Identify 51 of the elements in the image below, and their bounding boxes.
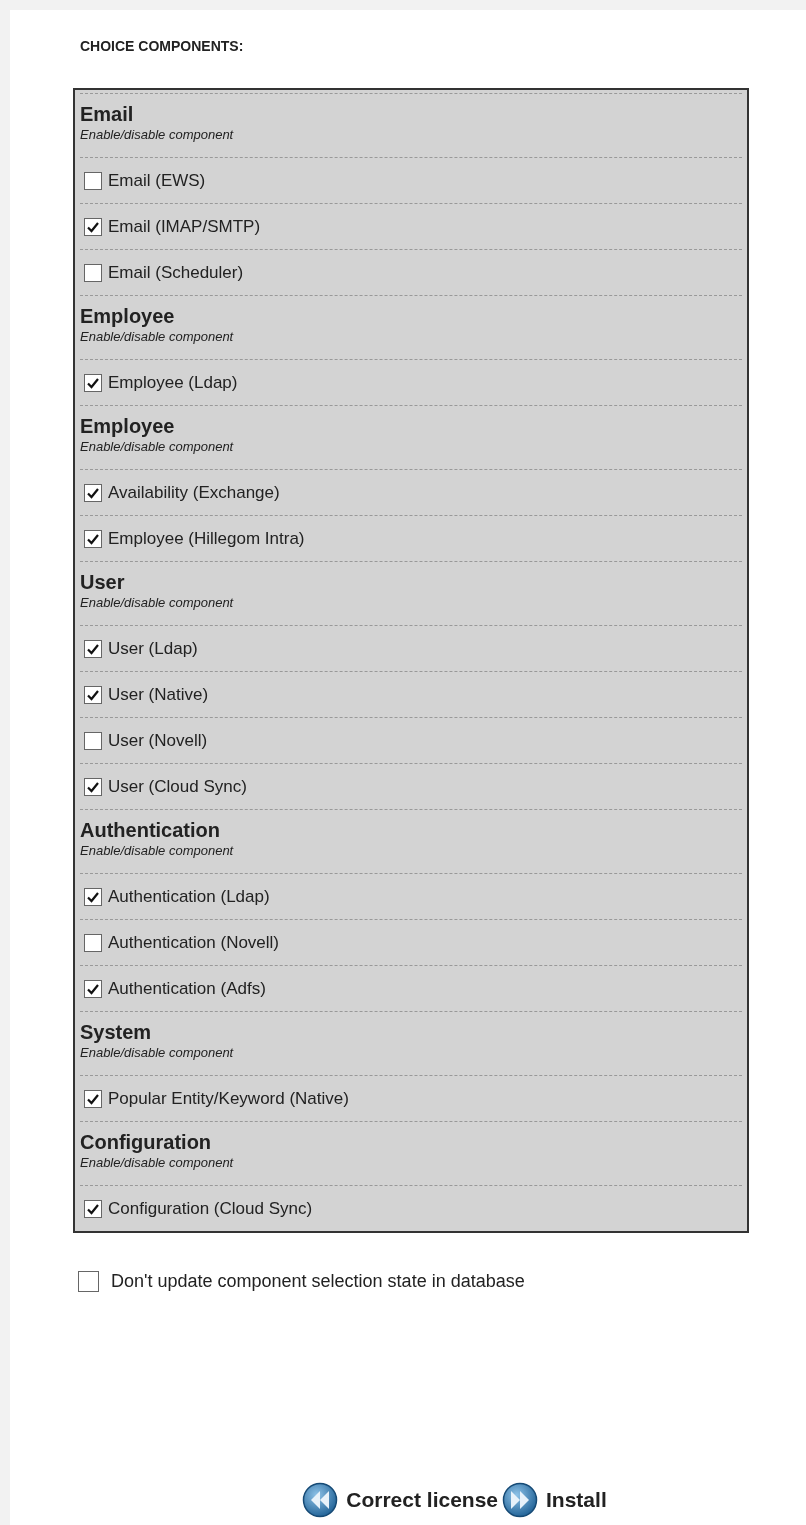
checkbox[interactable] (84, 979, 102, 998)
group-title: Employee (80, 414, 176, 438)
checkbox-label: Configuration (Cloud Sync) (108, 1198, 313, 1219)
checkbox-label: Availability (Exchange) (108, 482, 280, 503)
checkbox[interactable] (84, 933, 102, 952)
checkbox-label: Authentication (Ldap) (108, 886, 270, 907)
checkbox[interactable] (84, 887, 102, 906)
checkbox-label: User (Cloud Sync) (108, 776, 247, 797)
group-title: System (80, 1020, 153, 1044)
fast-forward-icon (502, 1482, 539, 1518)
group-title: Authentication (80, 818, 221, 842)
checkbox[interactable] (84, 483, 102, 502)
checkbox[interactable] (84, 263, 102, 282)
checkbox-label: Employee (Ldap) (108, 372, 238, 393)
checkbox[interactable] (84, 1199, 102, 1218)
checkbox-label: Employee (Hillegom Intra) (108, 528, 305, 549)
group-title: Email (80, 102, 135, 126)
group-subtitle: Enable/disable component (80, 1154, 235, 1172)
checkbox[interactable] (84, 639, 102, 658)
section-heading: CHOICE COMPONENTS: (80, 38, 245, 56)
checkbox[interactable] (84, 685, 102, 704)
checkbox[interactable] (84, 217, 102, 236)
group-title: Employee (80, 304, 176, 328)
checkbox-label: Authentication (Adfs) (108, 978, 266, 999)
checkbox[interactable] (84, 1089, 102, 1108)
checkbox-label: Authentication (Novell) (108, 932, 280, 953)
group-subtitle: Enable/disable component (80, 328, 235, 346)
group-subtitle: Enable/disable component (80, 842, 235, 860)
group-subtitle: Enable/disable component (80, 126, 235, 144)
back-button[interactable]: Correct license (302, 1482, 499, 1518)
checkbox-label: Don't update component selection state in database (111, 1271, 525, 1292)
checkbox-label: User (Novell) (108, 730, 208, 751)
checkbox-label: Popular Entity/Keyword (Native) (108, 1088, 349, 1109)
checkbox[interactable] (84, 731, 102, 750)
checkbox[interactable] (84, 777, 102, 796)
group-title: User (80, 570, 126, 594)
checkbox[interactable] (84, 529, 102, 548)
checkbox-label: Email (IMAP/SMTP) (108, 216, 261, 237)
group-subtitle: Enable/disable component (80, 438, 235, 456)
checkbox[interactable] (78, 1271, 99, 1292)
forward-button[interactable]: Install (502, 1482, 607, 1518)
checkbox-label: Email (Scheduler) (108, 262, 244, 283)
checkbox-label: Email (EWS) (108, 170, 206, 191)
checkbox-label: User (Ldap) (108, 638, 198, 659)
group-title: Configuration (80, 1130, 213, 1154)
checkbox[interactable] (84, 171, 102, 190)
checkbox[interactable] (84, 373, 102, 392)
group-subtitle: Enable/disable component (80, 594, 235, 612)
rewind-icon (302, 1482, 339, 1518)
group-subtitle: Enable/disable component (80, 1044, 235, 1062)
checkbox-label: User (Native) (108, 684, 209, 705)
